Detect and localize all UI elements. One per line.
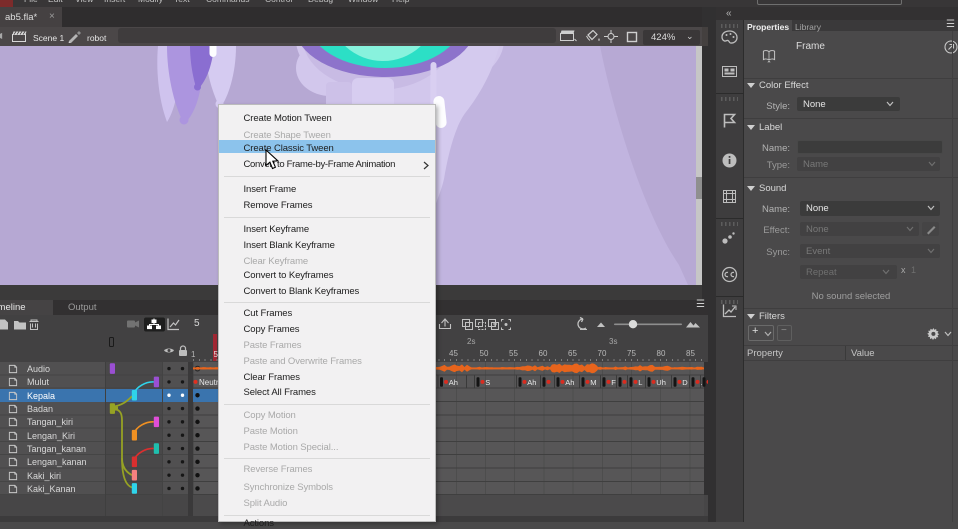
svg-text:F: F (611, 378, 616, 387)
svg-text:S: S (485, 378, 490, 387)
svg-text:M: M (590, 378, 596, 387)
svg-text:Ah: Ah (565, 378, 574, 387)
svg-text:Ah: Ah (527, 378, 536, 387)
svg-text:L: L (638, 378, 642, 387)
svg-text:Uh: Uh (656, 378, 666, 387)
svg-text:Ah: Ah (449, 378, 458, 387)
svg-text:D: D (682, 378, 688, 387)
